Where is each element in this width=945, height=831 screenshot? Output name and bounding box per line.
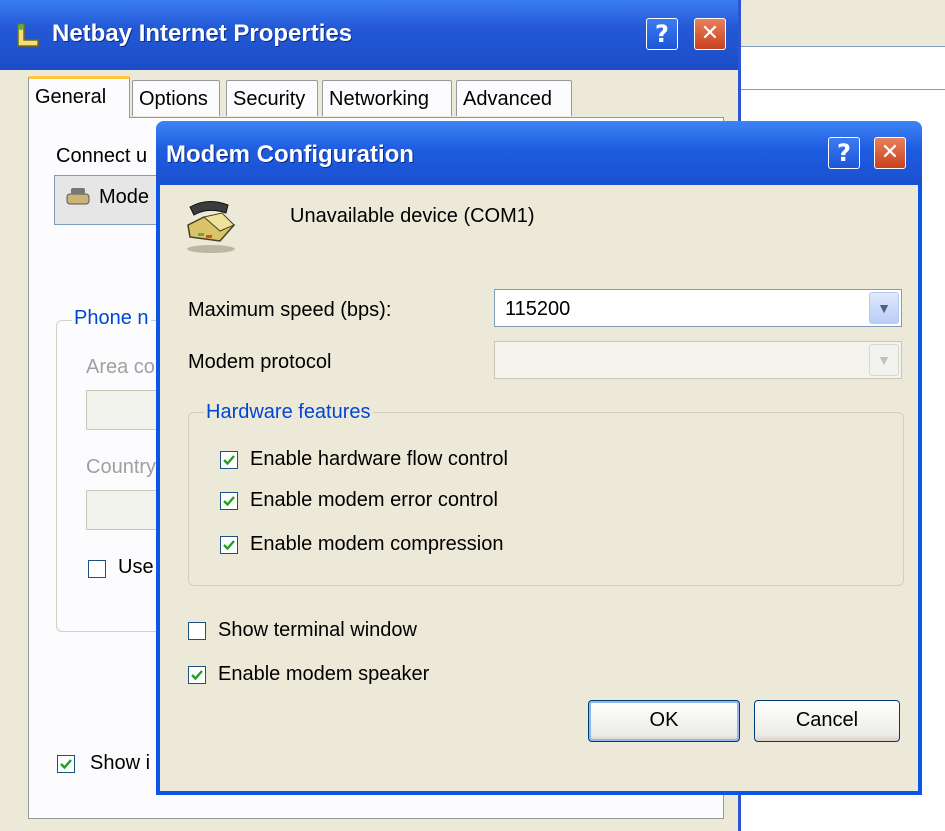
cancel-button[interactable]: Cancel [754, 700, 900, 742]
country-label: Country [86, 456, 157, 478]
use-dialing-rules-label: Use [118, 556, 154, 578]
ok-button[interactable]: OK [588, 700, 740, 742]
modem-protocol-label: Modem protocol [188, 351, 332, 373]
tab-security[interactable]: Security [226, 80, 318, 116]
checkmark-icon [191, 670, 203, 681]
dialog-close-button[interactable]: ✕ [874, 137, 906, 169]
modem-compression-label: Enable modem compression [250, 533, 504, 555]
modem-configuration-dialog: Modem Configuration ? ✕ Unavailable devi… [156, 121, 922, 795]
checkmark-icon [223, 496, 235, 507]
show-icon-checkbox[interactable] [57, 755, 75, 773]
hardware-features-label: Hardware features [204, 401, 373, 424]
title-bar[interactable]: Netbay Internet Properties ? ✕ [0, 0, 738, 70]
show-terminal-window-label: Show terminal window [218, 619, 417, 641]
modem-compression-checkbox[interactable] [220, 536, 238, 554]
modem-error-control-label: Enable modem error control [250, 489, 498, 511]
background-window-header [738, 0, 945, 46]
max-speed-label: Maximum speed (bps): [188, 299, 392, 321]
device-name: Unavailable device (COM1) [290, 205, 535, 227]
tab-options[interactable]: Options [132, 80, 220, 116]
hardware-flow-control-label: Enable hardware flow control [250, 448, 508, 470]
dialog-title-bar[interactable]: Modem Configuration ? ✕ [156, 121, 922, 185]
show-icon-label: Show i [90, 752, 151, 774]
tab-networking[interactable]: Networking [322, 80, 452, 116]
chevron-down-icon[interactable]: ▼ [869, 344, 899, 376]
modem-icon [66, 188, 90, 205]
modem-item-label: Mode [99, 186, 150, 208]
close-button[interactable]: ✕ [694, 18, 726, 50]
tab-general[interactable]: General [28, 76, 130, 118]
network-icon [17, 23, 39, 47]
telephone-modem-icon [187, 201, 236, 253]
checkmark-icon [223, 540, 235, 551]
help-button[interactable]: ? [646, 18, 678, 50]
dialog-help-button[interactable]: ? [828, 137, 860, 169]
show-terminal-window-checkbox[interactable] [188, 622, 206, 640]
max-speed-dropdown[interactable]: 115200 ▼ [494, 289, 902, 327]
modem-protocol-dropdown[interactable]: ▼ [494, 341, 902, 379]
tab-advanced[interactable]: Advanced [456, 80, 572, 116]
checkmark-icon [223, 455, 235, 466]
dialog-title: Modem Configuration [166, 141, 414, 168]
hardware-flow-control-checkbox[interactable] [220, 451, 238, 469]
connect-using-label: Connect u [56, 145, 148, 167]
modem-error-control-checkbox[interactable] [220, 492, 238, 510]
checkmark-icon [60, 759, 72, 770]
chevron-down-icon[interactable]: ▼ [869, 292, 899, 324]
window-title: Netbay Internet Properties [52, 20, 353, 47]
modem-speaker-checkbox[interactable] [188, 666, 206, 684]
modem-speaker-label: Enable modem speaker [218, 663, 430, 685]
area-code-label: Area co [86, 356, 155, 378]
modem-list-item[interactable]: Mode [54, 175, 166, 225]
use-dialing-rules-checkbox[interactable] [88, 560, 106, 578]
background-window-field[interactable] [738, 46, 945, 90]
phone-number-group-label: Phone n [72, 307, 151, 330]
max-speed-value: 115200 [505, 298, 571, 320]
